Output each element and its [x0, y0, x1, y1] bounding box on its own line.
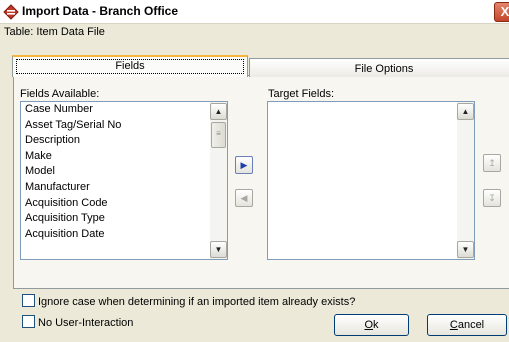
cancel-button-label: ancel [457, 319, 485, 331]
no-interaction-checkbox[interactable] [22, 315, 35, 328]
ignore-case-option[interactable]: Ignore case when determining if an impor… [22, 294, 355, 309]
target-fields-list[interactable]: ▲ ▼ [267, 101, 475, 260]
close-icon: X [500, 4, 509, 19]
list-item[interactable]: Acquisition Date [21, 227, 227, 243]
ok-button-label: k [373, 319, 379, 331]
title-bar[interactable]: Import Data - Branch Office X [0, 0, 509, 24]
close-button[interactable]: X [494, 2, 509, 22]
cancel-button-mnemonic: C [449, 319, 458, 331]
import-data-dialog: Import Data - Branch Office X Table: Ite… [0, 0, 509, 342]
fields-available-items: Case Number Asset Tag/Serial No Descript… [21, 102, 227, 242]
move-down-button[interactable]: ↧ [483, 189, 501, 207]
list-item[interactable]: Manufacturer [21, 180, 227, 196]
list-item[interactable]: Description [21, 133, 227, 149]
scroll-down-icon[interactable]: ▼ [457, 241, 474, 258]
move-up-icon: ↥ [488, 158, 496, 168]
no-interaction-option[interactable]: No User-Interaction [22, 315, 133, 330]
arrow-left-icon: ◀ [240, 193, 248, 203]
list-item[interactable]: Make [21, 149, 227, 165]
ok-button[interactable]: Ok [334, 314, 409, 336]
list-item[interactable]: Asset Tag/Serial No [21, 118, 227, 134]
remove-field-button[interactable]: ◀ [235, 189, 253, 207]
fields-available-scrollbar[interactable]: ▲ ≡ ▼ [210, 102, 227, 259]
list-item[interactable]: Case Number [21, 102, 227, 118]
list-item[interactable]: Model [21, 164, 227, 180]
fields-available-list[interactable]: Case Number Asset Tag/Serial No Descript… [20, 101, 228, 260]
tab-fields-label: Fields [16, 59, 244, 74]
move-up-button[interactable]: ↥ [483, 154, 501, 172]
arrow-right-icon: ▶ [240, 160, 248, 170]
app-icon [3, 4, 19, 20]
cancel-button[interactable]: Cancel [427, 314, 507, 336]
table-label: Table: Item Data File [4, 26, 105, 38]
tab-file-options-label: File Options [354, 63, 414, 75]
tab-fields[interactable]: Fields [12, 55, 248, 77]
fields-available-label: Fields Available: [20, 88, 100, 100]
ignore-case-checkbox[interactable] [22, 294, 35, 307]
target-fields-scrollbar[interactable]: ▲ ▼ [457, 102, 474, 259]
window-title: Import Data - Branch Office [22, 4, 179, 18]
move-down-icon: ↧ [488, 193, 496, 203]
ok-button-mnemonic: O [364, 319, 374, 331]
tab-file-options[interactable]: File Options [249, 58, 509, 77]
no-interaction-label: No User-Interaction [38, 317, 134, 329]
list-item[interactable]: Acquisition Code [21, 196, 227, 212]
ignore-case-label: Ignore case when determining if an impor… [38, 296, 356, 308]
scroll-down-icon[interactable]: ▼ [210, 241, 227, 258]
scroll-up-icon[interactable]: ▲ [457, 103, 474, 120]
scroll-thumb[interactable]: ≡ [211, 122, 226, 148]
scroll-up-icon[interactable]: ▲ [210, 103, 227, 120]
add-field-button[interactable]: ▶ [235, 156, 253, 174]
list-item[interactable]: Acquisition Type [21, 211, 227, 227]
target-fields-label: Target Fields: [268, 88, 335, 100]
